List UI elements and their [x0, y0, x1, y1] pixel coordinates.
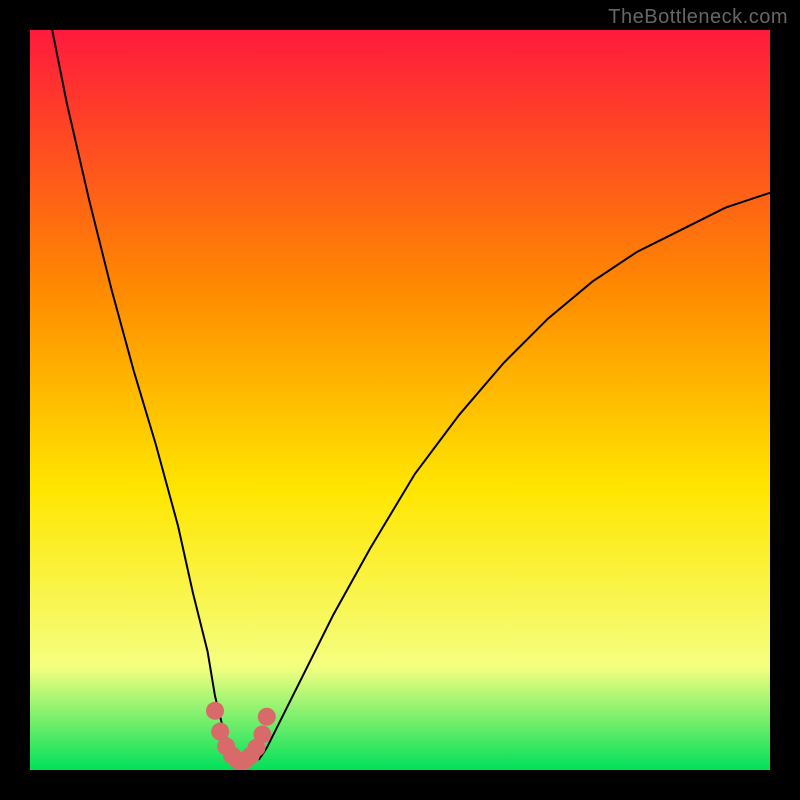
gradient-background — [30, 30, 770, 770]
watermark-text: TheBottleneck.com — [608, 6, 788, 29]
marker-dot — [258, 708, 276, 726]
marker-dot — [253, 725, 271, 743]
marker-dot — [206, 702, 224, 720]
chart-frame: TheBottleneck.com — [0, 0, 800, 800]
bottleneck-chart — [30, 30, 770, 770]
